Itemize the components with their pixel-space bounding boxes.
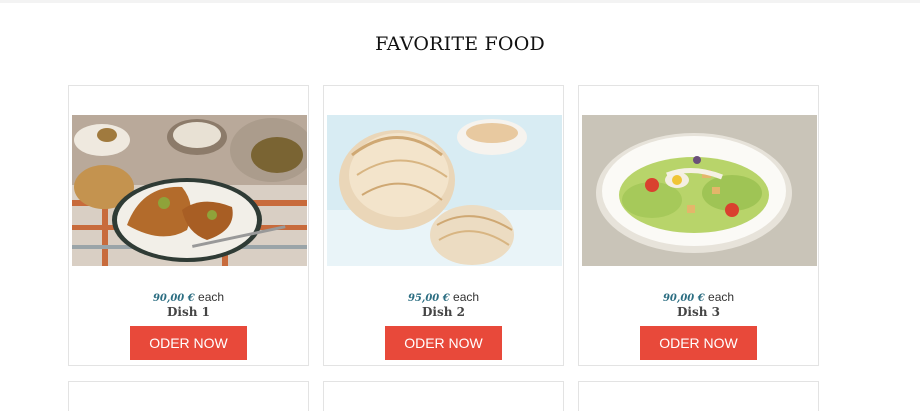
food-card-6 [578, 381, 819, 411]
top-divider [0, 0, 920, 3]
price: 90,00 € [152, 293, 195, 304]
food-card-1: 90,00 € each Dish 1 ODER NOW [68, 85, 309, 366]
dish-name[interactable]: Dish 1 [69, 305, 308, 319]
food-image-3[interactable] [582, 115, 817, 266]
section-title: FAVORITE FOOD [375, 33, 545, 55]
food-card-3: 90,00 € each Dish 3 ODER NOW [578, 85, 819, 366]
order-now-button[interactable]: ODER NOW [130, 326, 247, 360]
food-image-1[interactable] [72, 115, 307, 266]
food-card-5 [323, 381, 564, 411]
price-unit: each [194, 290, 225, 304]
dish-name[interactable]: Dish 2 [324, 305, 563, 319]
food-card-4 [68, 381, 309, 411]
price: 90,00 € [662, 293, 705, 304]
order-now-button[interactable]: ODER NOW [640, 326, 757, 360]
food-card-2: 95,00 € each Dish 2 ODER NOW [323, 85, 564, 366]
price-line: 95,00 € each [324, 290, 563, 304]
price: 95,00 € [407, 293, 450, 304]
order-now-button[interactable]: ODER NOW [385, 326, 502, 360]
price-line: 90,00 € each [69, 290, 308, 304]
food-image-2[interactable] [327, 115, 562, 266]
dish-name[interactable]: Dish 3 [579, 305, 818, 319]
price-unit: each [449, 290, 480, 304]
price-unit: each [704, 290, 735, 304]
price-line: 90,00 € each [579, 290, 818, 304]
